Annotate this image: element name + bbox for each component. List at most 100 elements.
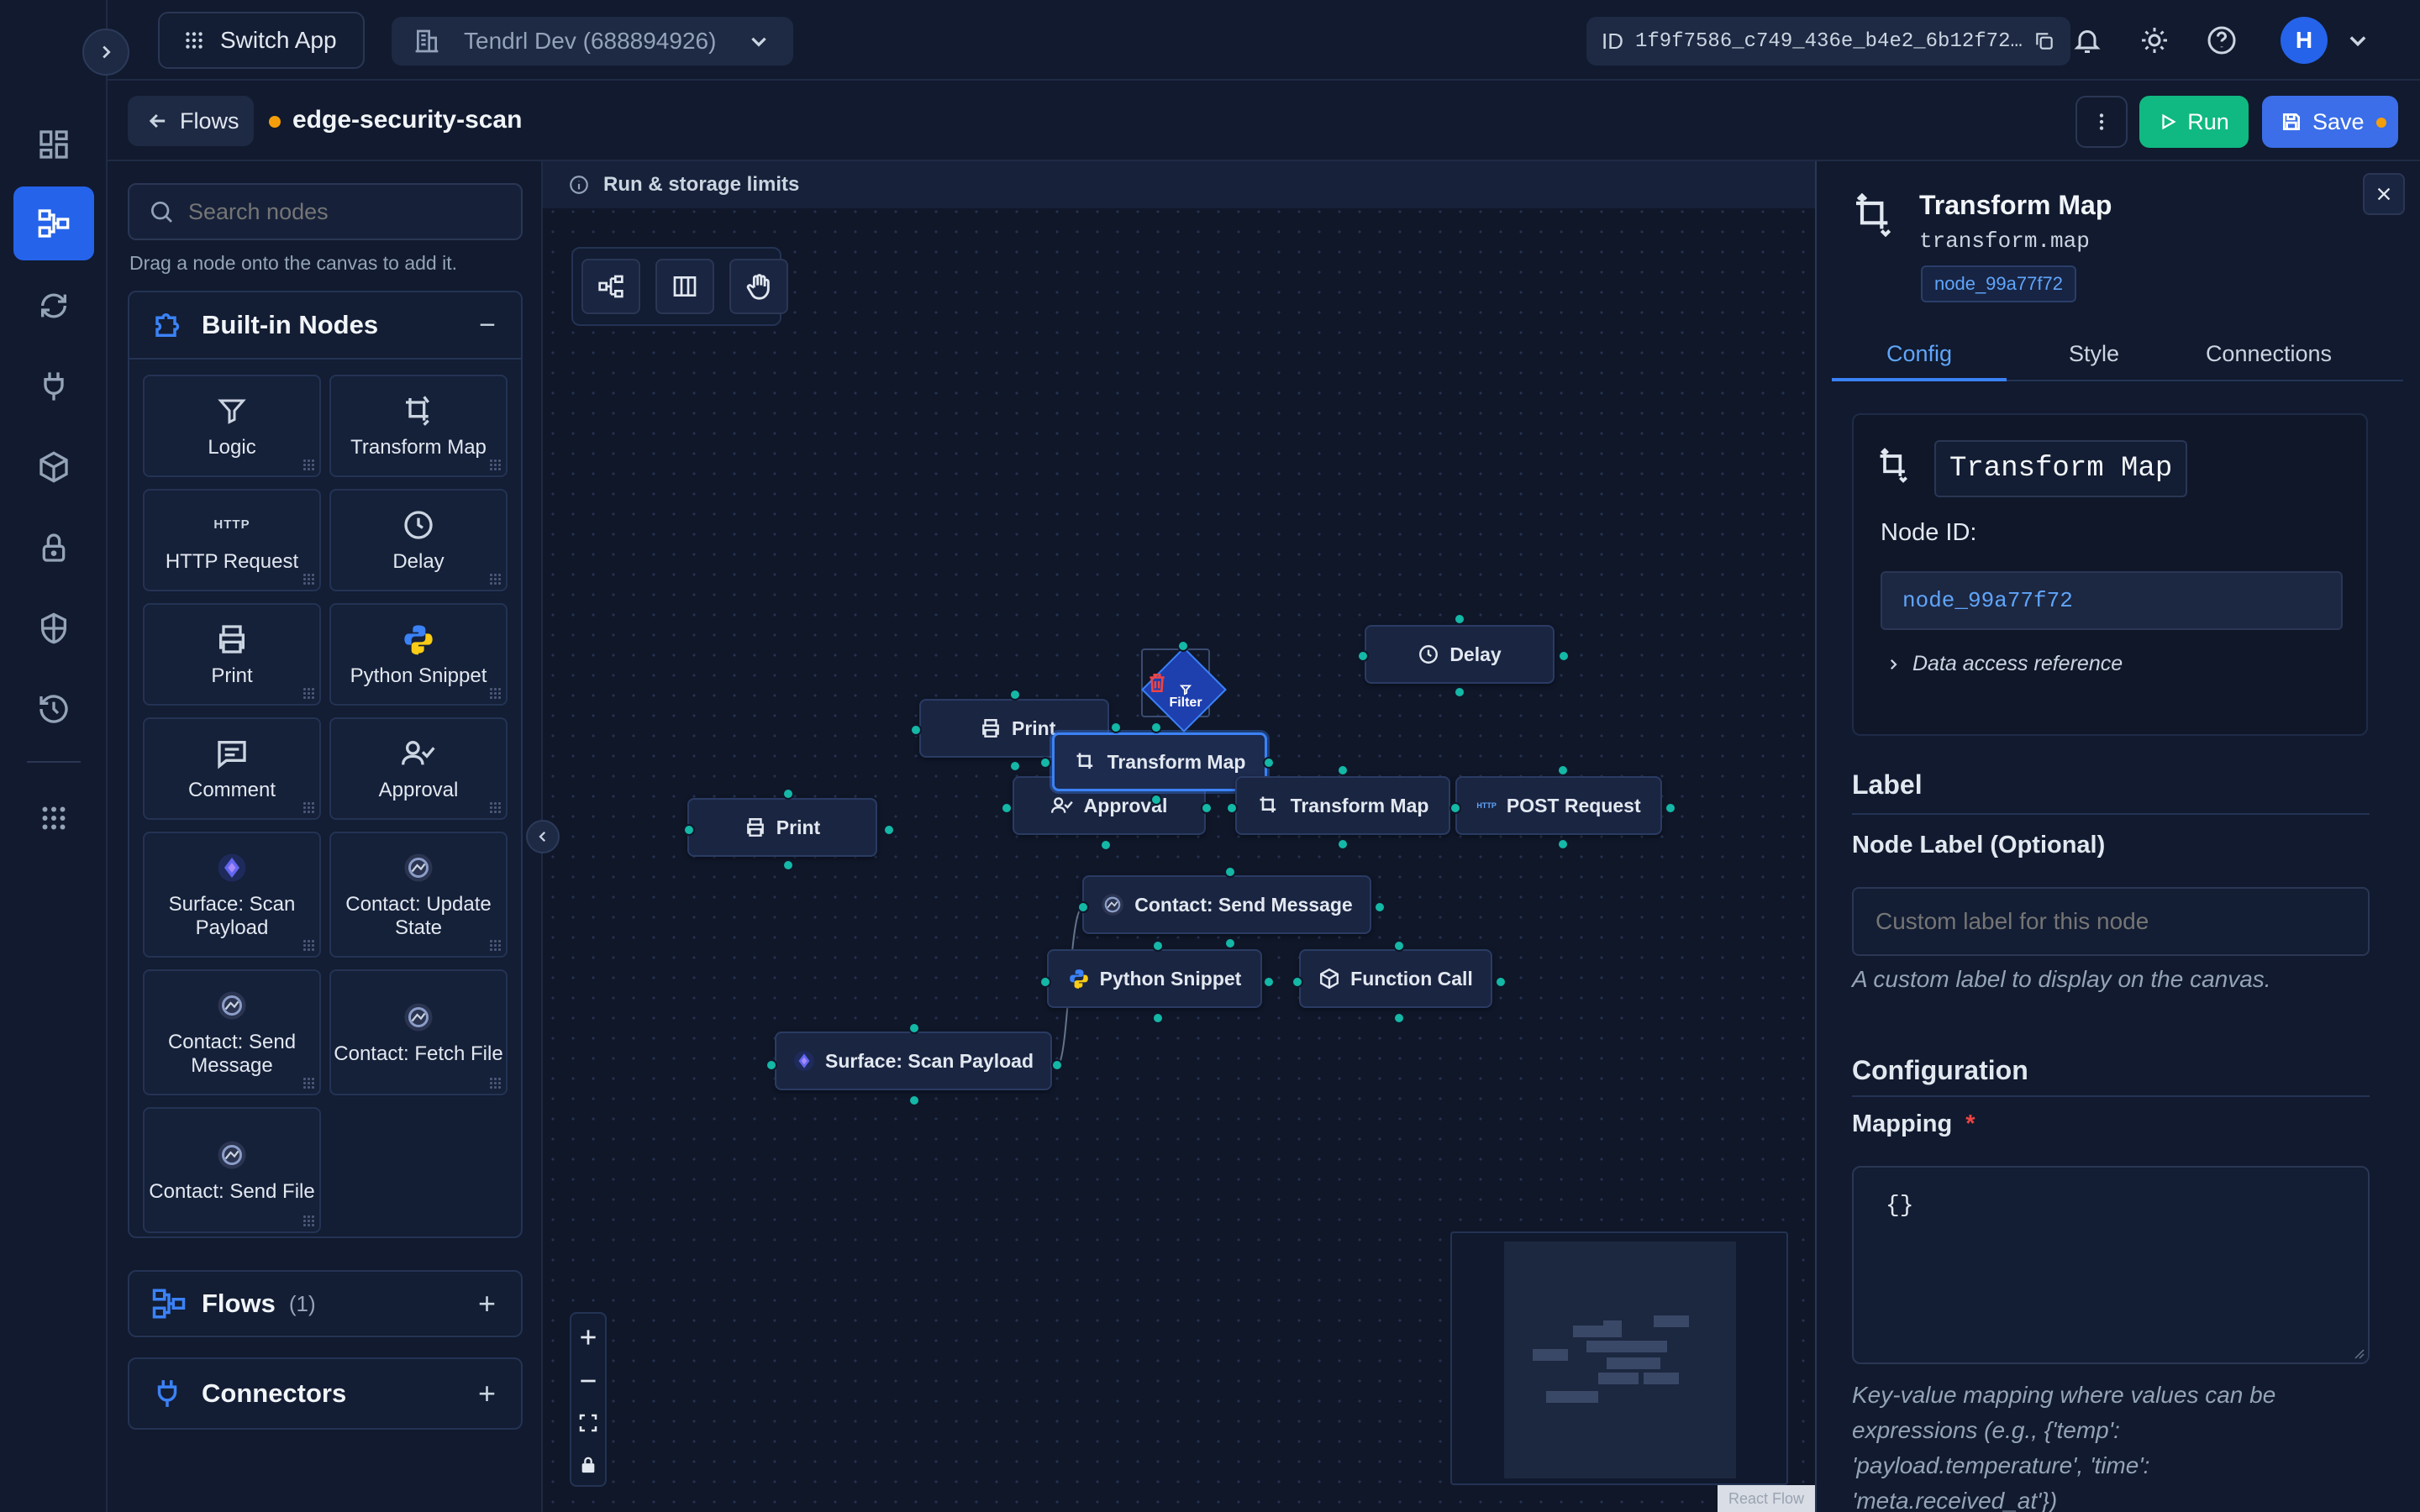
plug-nav-icon[interactable]: [13, 349, 94, 423]
switch-app-button[interactable]: Switch App: [158, 12, 365, 69]
node-handle[interactable]: [1393, 940, 1405, 952]
node-handle[interactable]: [1039, 976, 1051, 988]
workspace-selector[interactable]: Tendrl Dev (688894926): [392, 17, 793, 66]
node-handle[interactable]: [765, 1059, 777, 1071]
node-label-input[interactable]: [1852, 887, 2370, 956]
node-handle[interactable]: [1150, 722, 1162, 733]
add-flow-button[interactable]: +: [478, 1286, 496, 1321]
chevron-down-icon[interactable]: [2346, 29, 2370, 52]
cube-nav-icon[interactable]: [13, 430, 94, 504]
palette-tile-contact-fetch-file[interactable]: Contact: Fetch File: [329, 969, 508, 1095]
node-id-badge[interactable]: node_99a77f72: [1921, 265, 2076, 302]
tab-config[interactable]: Config: [1832, 334, 2007, 381]
node-python-snippet[interactable]: Python Snippet: [1047, 949, 1262, 1008]
node-transform-map[interactable]: Transform Map: [1235, 776, 1450, 835]
mapping-editor[interactable]: {}: [1852, 1166, 2370, 1364]
palette-tile-logic[interactable]: Logic: [143, 375, 321, 477]
node-handle[interactable]: [1557, 764, 1569, 776]
zoom-out-button[interactable]: [571, 1361, 605, 1401]
save-button[interactable]: Save: [2262, 96, 2398, 148]
flow-canvas[interactable]: Run & storage limits Delay Print Filter: [543, 161, 1815, 1512]
node-handle[interactable]: [1337, 764, 1349, 776]
sync-nav-icon[interactable]: [13, 269, 94, 343]
node-id-field[interactable]: node_99a77f72: [1881, 571, 2343, 630]
node-delay[interactable]: Delay: [1365, 625, 1555, 684]
node-handle[interactable]: [1201, 802, 1213, 814]
palette-tile-surface-scan-payload[interactable]: Surface: Scan Payload: [143, 832, 321, 958]
node-handle[interactable]: [883, 824, 895, 836]
palette-tile-contact-send-file[interactable]: Contact: Send File: [143, 1107, 321, 1233]
resize-handle-icon[interactable]: [2353, 1347, 2365, 1359]
avatar[interactable]: H: [2281, 17, 2328, 64]
palette-tile-contact-send-message[interactable]: Contact: Send Message: [143, 969, 321, 1095]
palette-tile-print[interactable]: Print: [143, 603, 321, 706]
node-handle[interactable]: [1152, 940, 1164, 952]
palette-tile-transform-map[interactable]: Transform Map: [329, 375, 508, 477]
copy-icon[interactable]: [2033, 30, 2055, 52]
bell-icon[interactable]: [2072, 25, 2102, 55]
node-handle[interactable]: [1051, 1059, 1063, 1071]
palette-tile-python-snippet[interactable]: Python Snippet: [329, 603, 508, 706]
react-flow-attribution[interactable]: React Flow: [1718, 1485, 1815, 1512]
node-handle[interactable]: [1177, 640, 1189, 652]
node-handle[interactable]: [1039, 757, 1051, 769]
node-handle[interactable]: [908, 1095, 920, 1106]
add-connector-button[interactable]: +: [478, 1376, 496, 1411]
lock-canvas-button[interactable]: [571, 1445, 605, 1485]
palette-tile-comment[interactable]: Comment: [143, 717, 321, 820]
more-menu-button[interactable]: [2075, 96, 2128, 148]
fit-view-button[interactable]: [571, 1403, 605, 1443]
node-contact-send-message[interactable]: Contact: Send Message: [1082, 875, 1371, 934]
collapse-section-button[interactable]: −: [479, 309, 496, 342]
node-print-left[interactable]: Print: [687, 798, 877, 857]
lock-nav-icon[interactable]: [13, 511, 94, 585]
node-handle[interactable]: [1150, 794, 1162, 806]
node-handle[interactable]: [683, 824, 695, 836]
sun-icon[interactable]: [2139, 25, 2170, 55]
node-handle[interactable]: [1263, 976, 1275, 988]
node-handle[interactable]: [1152, 1012, 1164, 1024]
builtin-nodes-header[interactable]: Built-in Nodes −: [129, 292, 521, 360]
node-handle[interactable]: [1224, 937, 1236, 949]
data-access-toggle[interactable]: Data access reference: [1886, 652, 2123, 676]
node-handle[interactable]: [1110, 722, 1122, 733]
tab-style[interactable]: Style: [2007, 334, 2181, 381]
node-handle[interactable]: [908, 1022, 920, 1034]
node-handle[interactable]: [1100, 839, 1112, 851]
node-surface-scan-payload[interactable]: Surface: Scan Payload: [775, 1032, 1052, 1090]
node-handle[interactable]: [1263, 757, 1275, 769]
node-handle[interactable]: [1224, 866, 1236, 878]
palette-tile-approval[interactable]: Approval: [329, 717, 508, 820]
history-nav-icon[interactable]: [13, 672, 94, 746]
node-handle[interactable]: [1558, 650, 1570, 662]
shield-nav-icon[interactable]: [13, 591, 94, 665]
node-handle[interactable]: [1357, 650, 1369, 662]
node-handle[interactable]: [1393, 1012, 1405, 1024]
node-handle[interactable]: [910, 724, 922, 736]
palette-tile-http-request[interactable]: HTTP HTTP Request: [143, 489, 321, 591]
node-handle[interactable]: [1557, 838, 1569, 850]
node-handle[interactable]: [1077, 901, 1089, 913]
node-handle[interactable]: [1226, 802, 1238, 814]
node-handle[interactable]: [1337, 838, 1349, 850]
node-handle[interactable]: [1374, 901, 1386, 913]
search-box[interactable]: [128, 183, 523, 240]
apps-grid-icon[interactable]: [13, 781, 94, 855]
help-icon[interactable]: [2207, 25, 2237, 55]
run-button[interactable]: Run: [2139, 96, 2249, 148]
node-handle[interactable]: [1454, 686, 1465, 698]
trash-icon[interactable]: [1146, 672, 1168, 694]
node-handle[interactable]: [782, 788, 794, 800]
node-handle[interactable]: [782, 859, 794, 871]
minimap[interactable]: [1450, 1231, 1788, 1485]
back-to-flows-button[interactable]: Flows: [128, 96, 254, 146]
node-handle[interactable]: [1495, 976, 1507, 988]
palette-tile-contact-update-state[interactable]: Contact: Update State: [329, 832, 508, 958]
flows-nav-icon[interactable]: [13, 186, 94, 260]
node-handle[interactable]: [1009, 760, 1021, 772]
expand-sidebar-button[interactable]: [82, 29, 129, 76]
node-handle[interactable]: [1665, 802, 1676, 814]
palette-tile-delay[interactable]: Delay: [329, 489, 508, 591]
node-handle[interactable]: [1454, 613, 1465, 625]
tab-connections[interactable]: Connections: [2181, 334, 2356, 381]
